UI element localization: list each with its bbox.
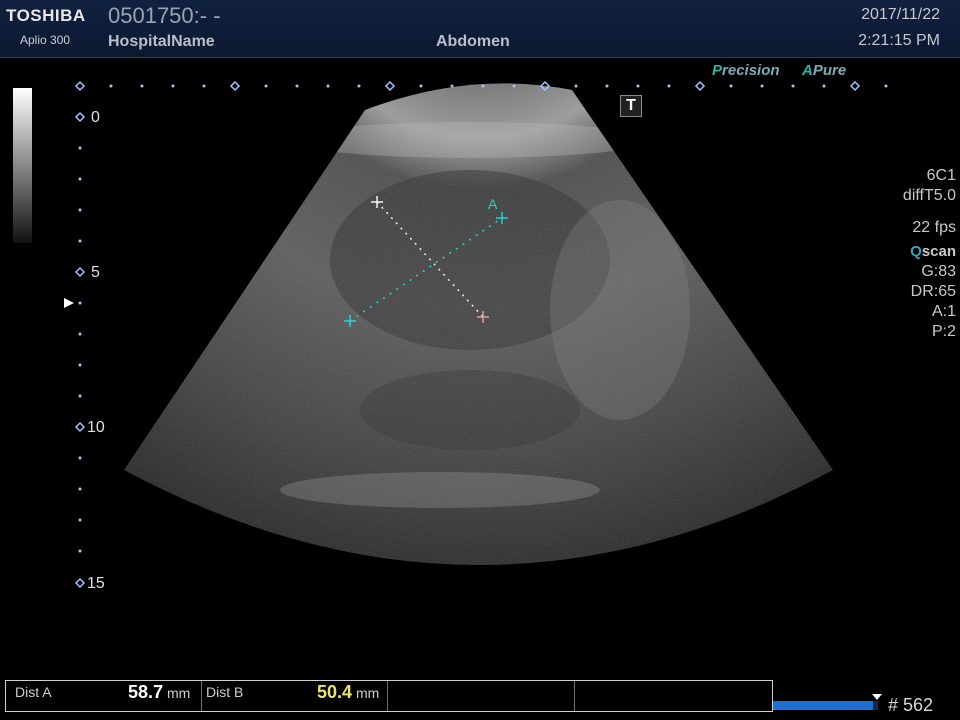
imaging-mode: diffT5.0	[902, 187, 956, 204]
param-a: A:1	[931, 303, 956, 320]
dist-a-cell: Dist A 58.7 mm	[6, 681, 202, 711]
precision-badge: Precision	[712, 62, 780, 79]
focus-marker-icon	[64, 298, 74, 308]
depth-label-5: 5	[91, 264, 100, 281]
cine-progress-bar[interactable]	[773, 701, 878, 710]
depth-scale	[64, 111, 86, 589]
gain-value: G:83	[921, 263, 956, 280]
dist-b-cell: Dist B 50.4 mm	[201, 681, 388, 711]
dist-b-unit: mm	[356, 685, 380, 701]
param-p: P:2	[931, 323, 956, 340]
probe-name: 6C1	[926, 167, 956, 184]
dist-a-label: Dist A	[15, 684, 52, 700]
empty-cell	[387, 681, 575, 711]
dist-b-value: 50.4	[317, 682, 353, 702]
cine-progress-fill	[773, 701, 873, 710]
qscan-label: Qscan	[910, 243, 956, 260]
text-tool-button[interactable]: T	[620, 95, 642, 117]
dist-a-value: 58.7	[128, 682, 164, 702]
apure-badge: APure	[802, 62, 847, 79]
cine-position-icon[interactable]	[871, 693, 883, 701]
caliper-a-label: A	[488, 196, 498, 212]
frame-number: # 562	[888, 695, 934, 715]
depth-label-10: 10	[87, 419, 105, 436]
measurement-bar: Dist A 58.7 mm Dist B 50.4 mm	[5, 680, 773, 712]
depth-label-15: 15	[87, 575, 105, 592]
dynamic-range: DR:65	[910, 283, 956, 300]
grayscale-bar	[13, 88, 32, 243]
depth-label-0: 0	[91, 109, 100, 126]
dist-a-unit: mm	[167, 685, 191, 701]
dist-b-label: Dist B	[206, 684, 244, 700]
frame-rate: 22 fps	[912, 219, 956, 236]
ultrasound-image: A	[64, 80, 888, 589]
imaging-parameters: 6C1 diffT5.0 22 fps Qscan G:83 DR:65 A:1…	[903, 166, 956, 342]
